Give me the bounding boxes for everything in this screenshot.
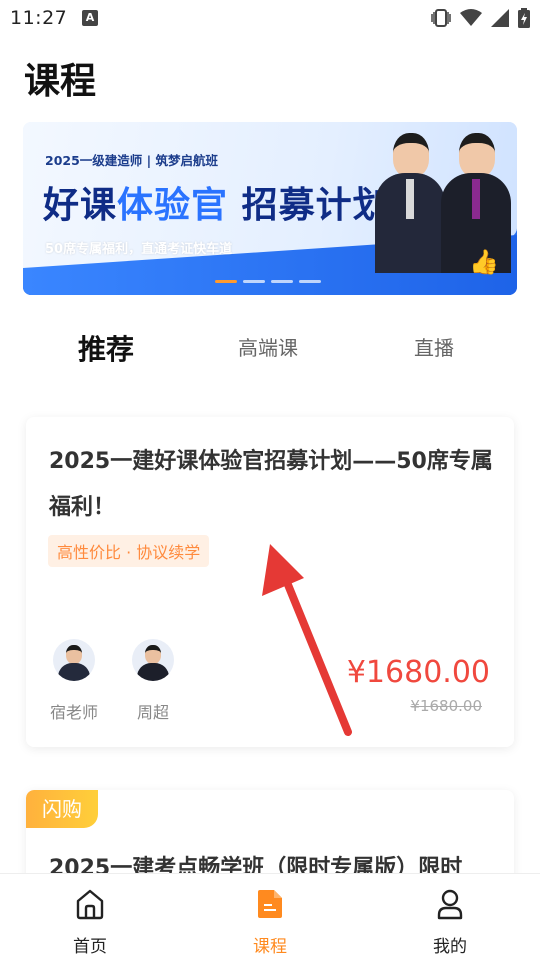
notification-a-icon: A	[82, 10, 98, 26]
course-title: 2025一建好课体验官招募计划——50席专属福利！	[49, 449, 493, 520]
nav-home[interactable]: 首页	[50, 888, 130, 957]
category-tabs: 推荐 高端课 直播	[0, 322, 540, 372]
status-bar: 11:27 A	[0, 0, 540, 36]
home-icon	[76, 889, 104, 920]
banner-dot-3[interactable]	[271, 280, 293, 283]
nav-profile-label: 我的	[433, 937, 467, 957]
teacher-photo-1	[375, 133, 445, 273]
banner-pagination	[215, 280, 321, 283]
banner-headline-part3: 招募计划	[241, 185, 390, 226]
course-tag: 高性价比 · 协议续学	[48, 535, 210, 567]
bottom-navigation: 首页 课程 我的	[0, 873, 540, 960]
nav-courses[interactable]: 课程	[230, 888, 310, 957]
signal-icon	[491, 9, 509, 27]
page-title: 课程	[24, 61, 97, 102]
status-time: 11:27	[10, 7, 68, 29]
course-original-price: ¥1680.00	[410, 697, 482, 715]
teacher-item: 宿老师	[44, 639, 104, 723]
vibrate-icon	[431, 9, 451, 27]
banner-headline-part2: 体验官	[117, 185, 229, 226]
annotation-arrow-icon	[262, 544, 352, 736]
status-icons	[430, 8, 530, 28]
profile-icon	[437, 889, 463, 920]
thumbs-up-icon: 👍	[469, 248, 499, 276]
avatar	[53, 639, 95, 681]
banner-tagline: 50席专属福利，直通考证快车道	[45, 242, 233, 257]
teacher-name: 周超	[136, 703, 169, 722]
banner-headline-part1: 好课	[43, 185, 118, 226]
promo-banner[interactable]: 2025一级建造师 | 筑梦启航班 好课体验官 招募计划 50席专属福利，直通考…	[23, 122, 517, 295]
banner-subtitle: 2025一级建造师 | 筑梦启航班	[45, 153, 219, 168]
flash-sale-badge: 闪购	[26, 790, 98, 828]
banner-dot-1[interactable]	[215, 280, 237, 283]
course-document-icon	[258, 890, 282, 918]
avatar	[132, 639, 174, 681]
nav-home-label: 首页	[73, 937, 107, 957]
teacher-item: 周超	[123, 639, 183, 723]
battery-icon	[518, 8, 530, 28]
tab-recommended[interactable]: 推荐	[78, 328, 134, 368]
course-price: ¥1680.00	[346, 655, 490, 690]
tab-live[interactable]: 直播	[414, 332, 454, 361]
banner-headline: 好课体验官 招募计划	[43, 176, 390, 228]
teacher-name: 宿老师	[49, 703, 98, 722]
tab-premium-courses[interactable]: 高端课	[238, 332, 298, 361]
banner-dot-4[interactable]	[299, 280, 321, 283]
wifi-icon	[460, 9, 482, 26]
nav-courses-label: 课程	[253, 937, 287, 957]
banner-dot-2[interactable]	[243, 280, 265, 283]
nav-profile[interactable]: 我的	[410, 888, 490, 957]
